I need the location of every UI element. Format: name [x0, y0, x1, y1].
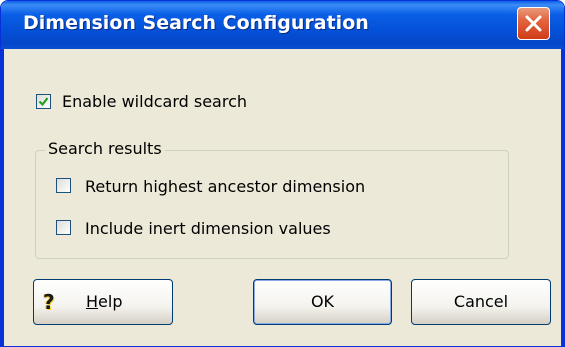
include-inert-checkbox[interactable]	[56, 220, 71, 235]
ok-button[interactable]: OK	[253, 279, 392, 325]
include-inert-label[interactable]: Include inert dimension values	[85, 219, 331, 238]
dialog-title: Dimension Search Configuration	[23, 12, 369, 34]
wildcard-checkbox[interactable]	[36, 94, 51, 109]
return-ancestor-label[interactable]: Return highest ancestor dimension	[85, 177, 365, 196]
help-question-icon: ?	[43, 290, 55, 314]
title-bar[interactable]: Dimension Search Configuration	[1, 1, 564, 49]
search-results-group	[35, 150, 509, 259]
wildcard-label[interactable]: Enable wildcard search	[62, 92, 247, 111]
return-ancestor-checkbox[interactable]	[56, 178, 71, 193]
cancel-button-label: Cancel	[453, 292, 509, 311]
cancel-button[interactable]: Cancel	[411, 279, 551, 325]
dialog-window: Dimension Search Configuration Enable wi…	[0, 0, 565, 347]
close-icon	[525, 15, 542, 32]
ok-button-label: OK	[310, 292, 335, 311]
help-button-label: Help	[86, 292, 123, 311]
help-button[interactable]: ? Help	[33, 279, 173, 325]
close-button[interactable]	[517, 7, 550, 40]
search-results-label: Search results	[45, 139, 165, 158]
check-icon	[38, 97, 49, 107]
